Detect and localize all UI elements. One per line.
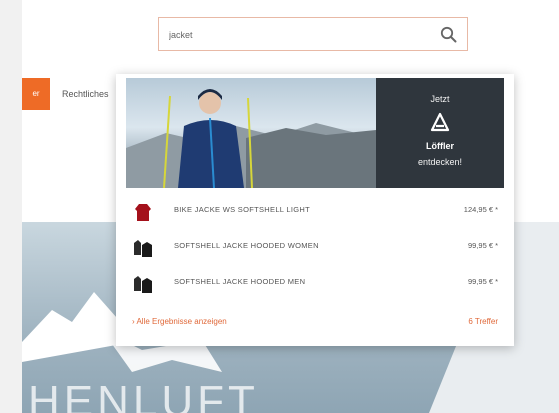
brand-line-top: Jetzt: [430, 94, 450, 104]
hits-count: 6 Treffer: [468, 317, 498, 326]
all-results-link[interactable]: › Alle Ergebnisse anzeigen: [132, 317, 227, 326]
brand-name: Löffler: [426, 141, 454, 151]
result-name: Softshell Jacke Hooded Women: [174, 241, 319, 250]
search-result-item[interactable]: Softshell Jacke Hooded Women 99,95 € *: [126, 230, 504, 266]
red-jacket-icon: [135, 204, 151, 221]
search-result-item[interactable]: Bike Jacke WS Softshell Light 124,95 € *: [126, 194, 504, 230]
promo-photo: [126, 78, 376, 188]
left-sidebar-strip: [0, 0, 22, 413]
black-jacket-icon: [134, 240, 152, 257]
skier-illustration: [126, 89, 376, 188]
result-price: 99,95 € *: [467, 277, 498, 286]
all-results-row: › Alle Ergebnisse anzeigen 6 Treffer: [126, 310, 504, 334]
nav-item-active[interactable]: er: [22, 78, 50, 110]
result-price: 99,95 € *: [467, 241, 498, 250]
search-suggestions-dropdown: Jetzt Löffler entdecken! Bike Jacke WS S…: [116, 74, 514, 346]
result-price: 124,95 € *: [463, 205, 498, 214]
chevron-right-icon: ›: [132, 317, 135, 326]
brand-panel: Jetzt Löffler entdecken!: [376, 78, 504, 188]
nav-item-rechtliches[interactable]: Rechtliches: [62, 78, 109, 110]
promo-banner[interactable]: Jetzt Löffler entdecken!: [126, 78, 504, 188]
result-name: Softshell Jacke Hooded Men: [174, 277, 306, 286]
search-result-item[interactable]: Softshell Jacke Hooded Men 99,95 € *: [126, 266, 504, 302]
search-input[interactable]: [169, 27, 429, 43]
brand-line-bottom: entdecken!: [417, 157, 463, 167]
all-results-label: Alle Ergebnisse anzeigen: [136, 317, 227, 326]
search-button[interactable]: [439, 25, 459, 45]
loeffler-logo-icon: [430, 112, 450, 132]
black-jacket-icon: [134, 276, 152, 293]
search-icon: [440, 26, 457, 43]
result-name: Bike Jacke WS Softshell Light: [174, 205, 310, 214]
search-box: [158, 17, 468, 51]
hero-text: HENLUFT: [28, 377, 259, 413]
